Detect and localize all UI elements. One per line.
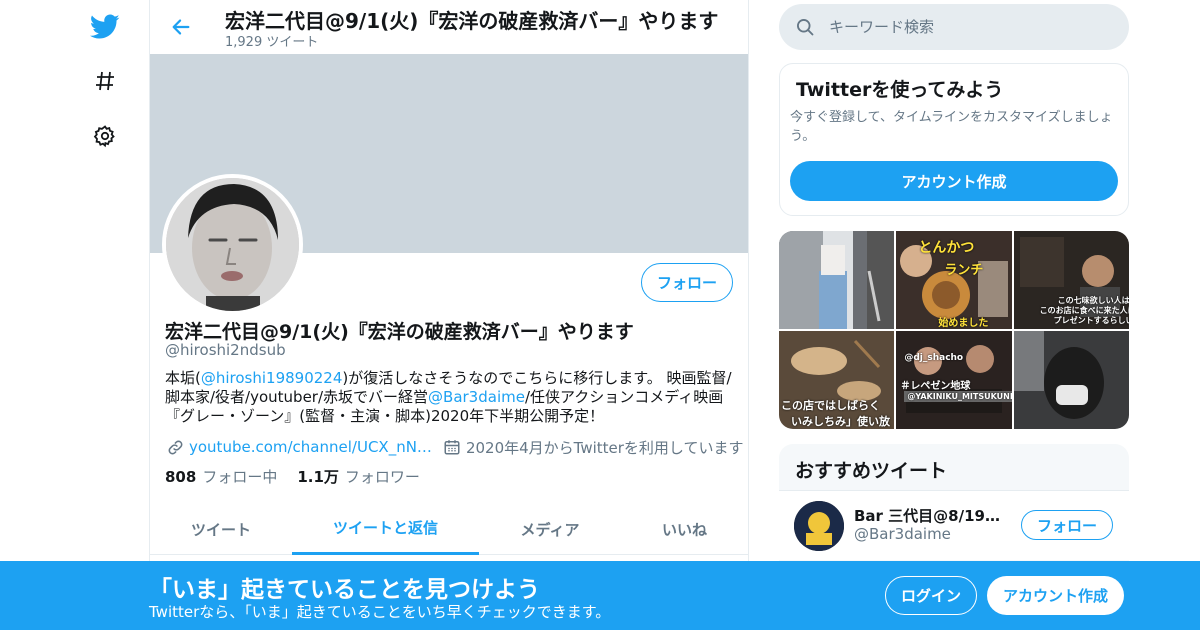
recommended-handle: @Bar3daime [854,525,951,543]
tweet-count: 1,929 ツイート [225,35,319,50]
prompt-subtitle: Twitterなら、「いま」起きていることをいち早くチェックできます。 [149,603,611,621]
profile-column: 宏洋二代目@9/1(火)『宏洋の破産救済バー』やります 1,929 ツイート フ… [149,0,749,630]
follow-stats: 808 フォロー中 1.1万 フォロワー [165,466,420,487]
search-input[interactable] [829,4,1109,50]
website-link[interactable]: youtube.com/channel/UCX_nN… [189,438,432,456]
followers-stat[interactable]: 1.1万 フォロワー [297,466,420,487]
prompt-title: 「いま」起きていることを見つけよう [149,577,540,603]
tab-media[interactable]: メディア [479,503,621,555]
avatar[interactable] [794,501,844,551]
bio-text: 本垢( [165,369,201,387]
link-icon [165,437,185,457]
recommended-name: Bar 三代目@8/19し… [854,507,1004,525]
media-caption: この店ではしばらく [781,399,880,412]
profile-handle: @hiroshi2ndsub [165,341,286,359]
media-grid: とんかつ ランチ 始めました この七味欲しい人は このお店に食べに来た人に プレ… [779,231,1129,429]
following-stat[interactable]: 808 フォロー中 [165,466,277,487]
signup-prompt-bar: 「いま」起きていることを見つけよう Twitterなら、「いま」起きていることを… [0,561,1200,630]
media-thumbnail[interactable] [1013,331,1129,429]
bio-mention-bar3daime[interactable]: @Bar3daime [428,388,525,406]
signup-card-title: Twitterを使ってみよう [796,79,1004,101]
recommended-follow-button[interactable]: フォロー [1021,510,1113,540]
follow-button[interactable]: フォロー [641,263,733,302]
signup-card-description: 今すぐ登録して、タイムラインをカスタマイズしましょう。 [790,110,1113,144]
login-button[interactable]: ログイン [885,576,977,615]
media-thumbnail[interactable]: この店ではしばらく いみしちみ」使い放 [779,331,895,429]
bio-mention-hiroshi19890224[interactable]: @hiroshi19890224 [201,369,343,387]
back-arrow-icon[interactable] [166,12,196,42]
search-icon [795,17,815,37]
media-caption: いみしちみ」使い放 [791,415,890,428]
media-caption: 始めました [938,318,989,329]
profile-bio: 本垢(@hiroshi19890224)が復活しなさそうなのでこちらに移行します… [165,369,735,426]
recommended-item[interactable]: Bar 三代目@8/19し… @Bar3daime フォロー [779,490,1129,560]
media-caption: プレゼントするらしい [1053,316,1129,325]
twitter-bird-icon[interactable] [88,10,122,44]
profile-tabs: ツイート ツイートと返信 メディア いいね [150,503,748,555]
tab-tweets-and-replies[interactable]: ツイートと返信 [292,503,479,555]
media-thumbnail[interactable] [779,231,895,329]
media-caption: @dj_shacho [904,353,964,363]
gear-icon[interactable] [88,119,122,153]
media-caption: とんかつ [918,240,975,256]
hashtag-icon[interactable] [88,64,122,98]
followers-count: 1.1万 [297,468,339,486]
media-caption: @YAKINIKU_MITSUKUNI [904,391,1012,402]
header-title: 宏洋二代目@9/1(火)『宏洋の破産救済バー』やります [225,9,719,33]
media-caption: ランチ [944,263,984,278]
display-name: 宏洋二代目@9/1(火)『宏洋の破産救済バー』やります [165,321,634,343]
media-thumbnail[interactable]: とんかつ ランチ 始めました [896,231,1012,329]
avatar[interactable] [162,174,303,315]
signup-button[interactable]: アカウント作成 [987,576,1124,615]
profile-header: 宏洋二代目@9/1(火)『宏洋の破産救済バー』やります 1,929 ツイート [150,0,748,54]
media-caption: ＃レペゼン地球 [900,381,971,392]
recommended-title: おすすめツイート [795,460,948,482]
following-count: 808 [165,468,197,486]
joined-date: 2020年4月からTwitterを利用しています [465,438,744,457]
search-bar [779,4,1129,50]
tab-tweets[interactable]: ツイート [150,503,292,555]
calendar-icon [442,437,462,457]
followers-label: フォロワー [344,468,420,486]
left-nav [80,0,130,630]
create-account-button[interactable]: アカウント作成 [790,161,1118,201]
media-thumbnail[interactable]: この七味欲しい人は このお店に食べに来た人に プレゼントするらしい [1013,231,1129,329]
signup-card: Twitterを使ってみよう 今すぐ登録して、タイムラインをカスタマイズしましょ… [779,63,1129,216]
media-thumbnail[interactable]: @dj_shacho ＃レペゼン地球 @YAKINIKU_MITSUKUNI [896,331,1012,429]
tab-likes[interactable]: いいね [621,503,748,555]
following-label: フォロー中 [202,468,278,486]
profile-meta: youtube.com/channel/UCX_nN… 2020年4月からTwi… [165,436,743,458]
app-root: 宏洋二代目@9/1(火)『宏洋の破産救済バー』やります 1,929 ツイート フ… [0,0,1200,630]
